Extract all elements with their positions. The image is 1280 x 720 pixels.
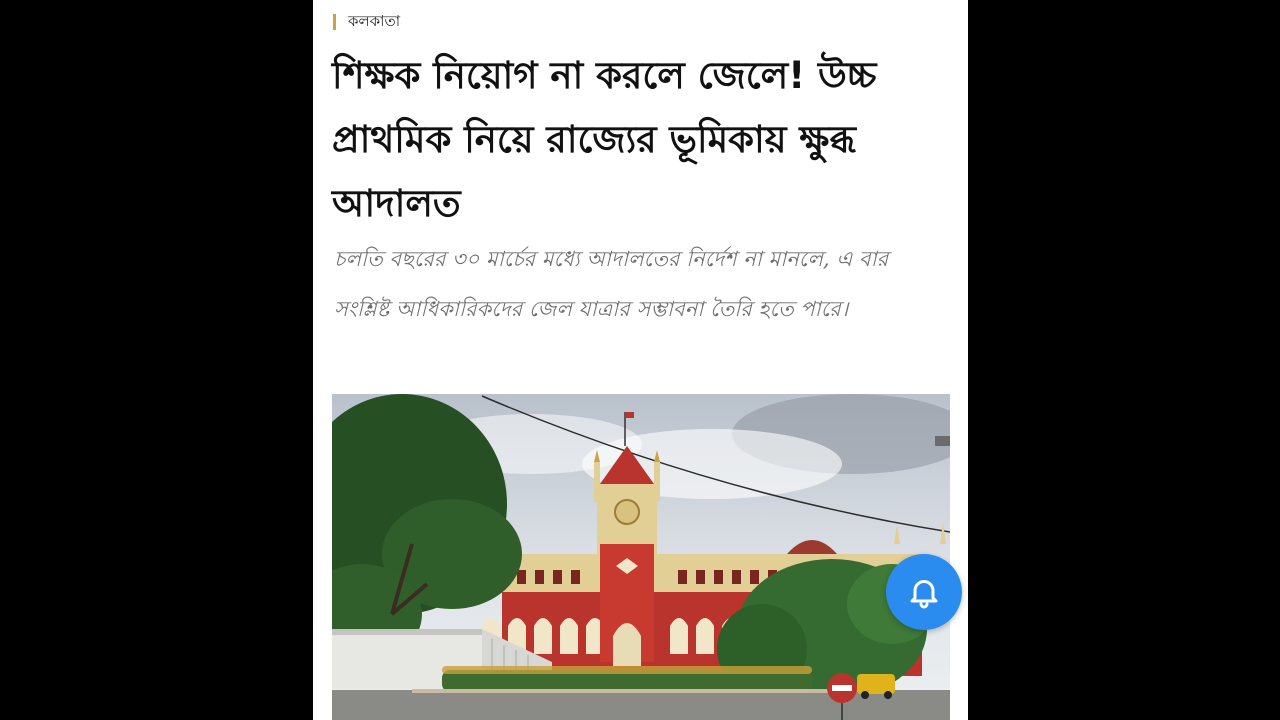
section-label: কলকাতা: [348, 11, 401, 30]
notification-button[interactable]: [886, 554, 962, 630]
article-card: কলকাতা শিক্ষক নিয়োগ না করলে জেলে! উচ্চ …: [313, 0, 968, 720]
section-accent-bar: [333, 14, 336, 30]
article-headline[interactable]: শিক্ষক নিয়োগ না করলে জেলে! উচ্চ প্রাথমি…: [332, 44, 942, 236]
article-photo: [332, 394, 950, 720]
article-summary: চলতি বছরের ৩০ মার্চের মধ্যে আদালতের নির্…: [334, 247, 889, 321]
section-tag[interactable]: কলকাতা: [333, 12, 400, 32]
bell-icon: [906, 574, 942, 610]
